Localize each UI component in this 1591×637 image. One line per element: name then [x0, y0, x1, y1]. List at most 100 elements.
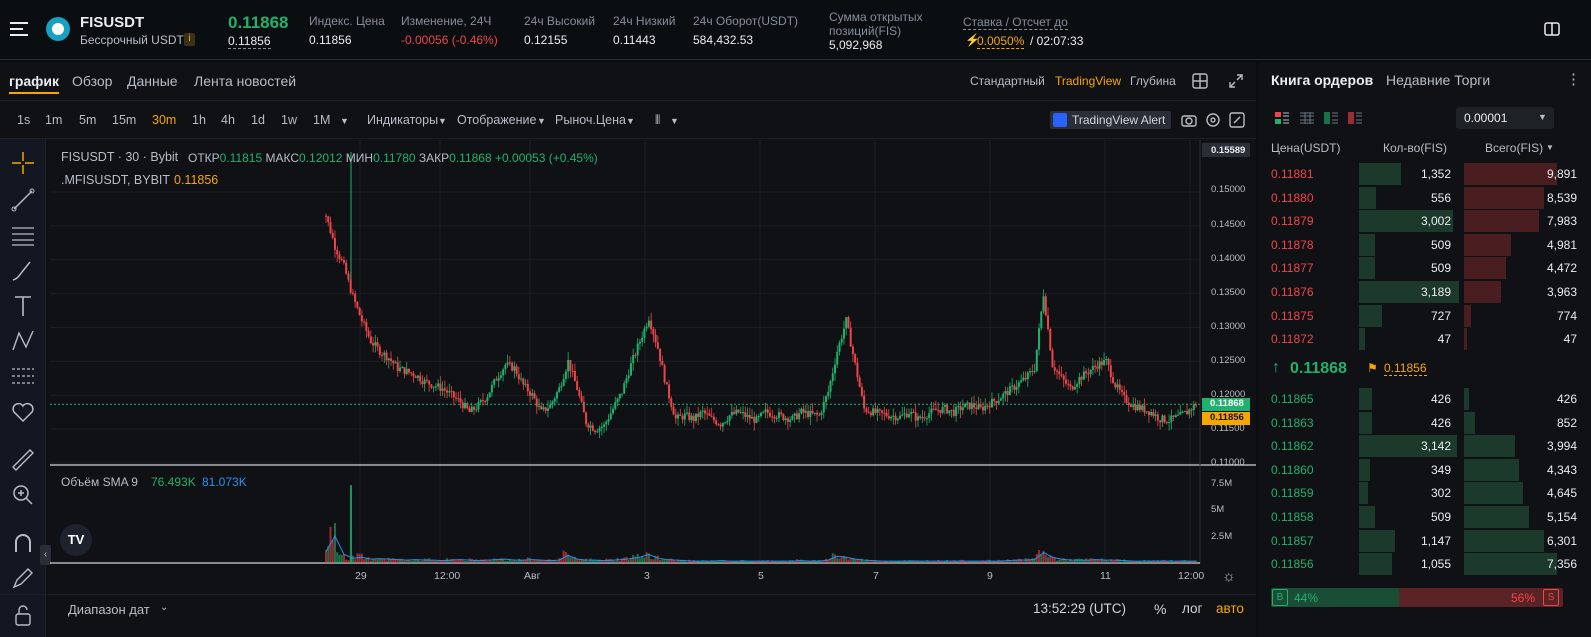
pattern-icon[interactable]	[10, 328, 36, 354]
ask-row[interactable]: 0.11880 556 8,539	[1259, 186, 1591, 210]
expand-icon[interactable]	[1229, 112, 1245, 131]
tf-1m[interactable]: 1m	[45, 113, 62, 127]
heart-icon[interactable]	[10, 399, 36, 425]
log-toggle[interactable]: лог	[1182, 601, 1202, 616]
funding-label[interactable]: Ставка / Отсчет до	[963, 15, 1068, 30]
tf-1h[interactable]: 1h	[192, 113, 206, 127]
camera-icon[interactable]	[1181, 112, 1197, 131]
axis-settings-icon[interactable]: ☼	[1222, 568, 1236, 585]
tf-4h[interactable]: 4h	[221, 113, 235, 127]
bid-row[interactable]: 0.11856 1,055 7,356	[1259, 552, 1591, 576]
info-icon[interactable]: i	[184, 33, 195, 46]
row-price: 0.11880	[1271, 190, 1314, 205]
col-total[interactable]: Всего(FIS)	[1485, 141, 1543, 155]
ask-row[interactable]: 0.11878 509 4,981	[1259, 233, 1591, 257]
volume-bar	[1085, 558, 1088, 563]
indicators-menu[interactable]: Индикаторы	[367, 113, 438, 127]
more-options-icon[interactable]: ⋮	[1566, 70, 1581, 88]
crosshair-icon[interactable]	[10, 150, 36, 176]
horizontal-lines-icon[interactable]	[10, 222, 36, 248]
tradingview-alert-button[interactable]: TradingView Alert	[1050, 111, 1171, 129]
display-menu[interactable]: Отображение	[457, 113, 536, 127]
volume-bar	[529, 558, 532, 563]
ask-row[interactable]: 0.11876 3,189 3,963	[1259, 280, 1591, 304]
trend-line-icon[interactable]	[10, 187, 36, 213]
date-range-button[interactable]: Диапазон дат	[68, 602, 150, 617]
bid-row[interactable]: 0.11865 426 426	[1259, 387, 1591, 411]
candle-type-icon[interactable]: ⫴	[655, 113, 660, 128]
bid-row[interactable]: 0.11860 349 4,343	[1259, 458, 1591, 482]
ruler-icon[interactable]	[10, 447, 36, 473]
bid-row[interactable]: 0.11857 1,147 6,301	[1259, 529, 1591, 553]
bid-row[interactable]: 0.11862 3,142 3,994	[1259, 434, 1591, 458]
bid-row[interactable]: 0.11858 509 5,154	[1259, 505, 1591, 529]
tab-order-book[interactable]: Книга ордеров	[1271, 72, 1373, 88]
tradingview-logo-icon[interactable]: TV	[60, 524, 92, 556]
lock-icon[interactable]	[10, 602, 36, 628]
candle-body	[975, 407, 978, 410]
percent-toggle[interactable]: %	[1154, 601, 1166, 617]
x-tick: 3	[644, 570, 650, 582]
tab-data[interactable]: Данные	[127, 73, 178, 89]
candle-body	[860, 386, 863, 396]
funding-rate[interactable]: 0.0050%	[977, 34, 1025, 49]
tf-more-icon[interactable]: ▼	[340, 116, 349, 126]
ask-row[interactable]: 0.11877 509 4,472	[1259, 256, 1591, 280]
ask-row[interactable]: 0.11872 47 47	[1259, 327, 1591, 351]
book-bids-icon[interactable]	[1324, 112, 1338, 124]
view-standard[interactable]: Стандартный	[970, 74, 1045, 88]
brush-icon[interactable]	[10, 258, 36, 284]
auto-toggle[interactable]: авто	[1216, 601, 1244, 616]
tab-overview[interactable]: Обзор	[72, 73, 112, 89]
tf-15m[interactable]: 15m	[112, 113, 136, 127]
bid-row[interactable]: 0.11859 302 4,645	[1259, 481, 1591, 505]
price-type-menu[interactable]: Рыноч.Цена	[555, 113, 626, 127]
mark-price[interactable]: 0.11856	[228, 34, 271, 49]
book-grid-icon[interactable]	[1300, 112, 1314, 124]
volume-bar	[733, 561, 736, 563]
layout-toggle-icon[interactable]	[1544, 21, 1560, 37]
tab-chart[interactable]: график	[9, 73, 60, 94]
ask-row[interactable]: 0.11875 727 774	[1259, 304, 1591, 328]
candle-body	[1094, 365, 1097, 367]
bid-row[interactable]: 0.11863 426 852	[1259, 411, 1591, 435]
tf-1d[interactable]: 1d	[251, 113, 265, 127]
view-tradingview[interactable]: TradingView	[1055, 74, 1121, 88]
book-both-sides-icon[interactable]	[1275, 112, 1289, 124]
tf-5m[interactable]: 5m	[79, 113, 96, 127]
magnet-icon[interactable]	[10, 530, 36, 556]
row-price: 0.11857	[1271, 533, 1314, 548]
tab-recent-trades[interactable]: Недавние Торги	[1386, 72, 1490, 88]
tab-news[interactable]: Лента новостей	[194, 73, 296, 89]
volume-bar	[342, 554, 345, 563]
ask-row[interactable]: 0.11879 3,002 7,983	[1259, 209, 1591, 233]
candle-body	[995, 401, 998, 404]
utc-clock[interactable]: 13:52:29 (UTC)	[1033, 601, 1126, 616]
tf-1s[interactable]: 1s	[17, 113, 30, 127]
tf-1w[interactable]: 1w	[281, 113, 297, 127]
pencil-lock-icon[interactable]	[10, 565, 36, 591]
candle-body	[1044, 296, 1047, 316]
price-step-select[interactable]: 0.00001 ▼	[1456, 107, 1554, 129]
text-tool-icon[interactable]	[10, 293, 36, 319]
grid-layout-icon[interactable]	[1192, 73, 1208, 92]
tf-1M[interactable]: 1M	[313, 113, 330, 127]
symbol-name[interactable]: FISUSDT	[80, 14, 144, 31]
fullscreen-icon[interactable]	[1228, 73, 1244, 92]
volume-bar	[338, 554, 341, 563]
candle-body	[372, 343, 375, 346]
mid-mark-price[interactable]: 0.11856	[1384, 361, 1427, 376]
ask-row[interactable]: 0.11881 1,352 9,891	[1259, 162, 1591, 186]
view-depth[interactable]: Глубина	[1130, 74, 1176, 88]
fib-retracement-icon[interactable]	[10, 364, 36, 390]
row-price: 0.11863	[1271, 415, 1314, 430]
zoom-in-icon[interactable]	[10, 482, 36, 508]
book-asks-icon[interactable]	[1348, 112, 1362, 124]
volume-bar	[679, 560, 682, 563]
settings-gear-icon[interactable]	[1205, 112, 1221, 131]
menu-icon[interactable]	[9, 20, 29, 38]
tf-30m[interactable]: 30m	[152, 113, 176, 127]
candle-body	[986, 405, 989, 407]
price-chart[interactable]	[50, 140, 1256, 600]
candle-body	[703, 410, 706, 414]
